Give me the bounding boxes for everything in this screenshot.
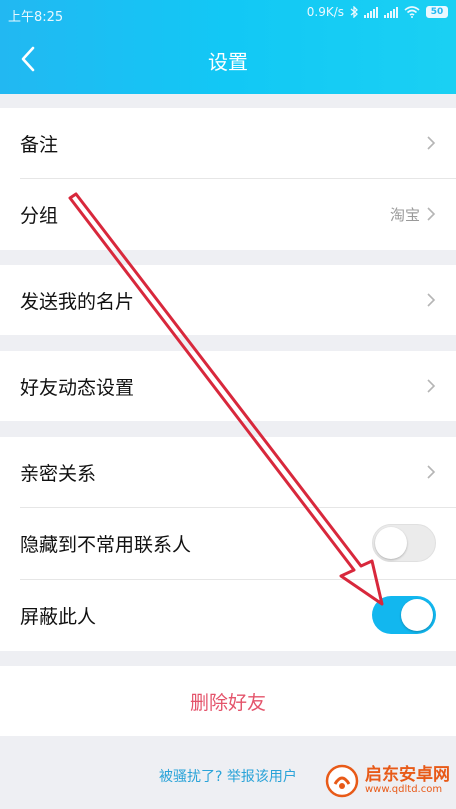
- watermark-title: 启东安卓网: [365, 764, 450, 785]
- block-person-toggle[interactable]: [372, 596, 436, 634]
- hide-contact-toggle[interactable]: [372, 524, 436, 562]
- network-speed: 0.9K/s: [306, 5, 344, 19]
- hide-contact-row: 隐藏到不常用联系人: [0, 508, 456, 578]
- status-bar: 上午8:25 0.9K/s 50: [0, 0, 456, 28]
- wifi-icon: [404, 6, 420, 18]
- group-row[interactable]: 分组 淘宝: [0, 179, 456, 249]
- settings-group-card: 发送我的名片: [0, 265, 456, 335]
- chevron-right-icon: [427, 136, 436, 150]
- watermark: 启东安卓网 www.qdltd.com: [325, 764, 450, 798]
- send-card-label: 发送我的名片: [20, 290, 135, 313]
- hide-contact-label: 隐藏到不常用联系人: [20, 533, 192, 556]
- delete-friend-button[interactable]: 删除好友: [0, 666, 456, 736]
- moments-settings-row[interactable]: 好友动态设置: [0, 351, 456, 421]
- status-time: 上午8:25: [8, 10, 64, 25]
- toggle-knob: [375, 527, 407, 559]
- moments-settings-label: 好友动态设置: [20, 376, 135, 399]
- settings-group-privacy: 亲密关系 隐藏到不常用联系人 屏蔽此人: [0, 437, 456, 651]
- remark-row[interactable]: 备注: [0, 108, 456, 178]
- chevron-right-icon: [427, 379, 436, 393]
- chevron-right-icon: [427, 293, 436, 307]
- watermark-logo-icon: [325, 764, 359, 798]
- remark-label: 备注: [20, 133, 59, 156]
- relationship-label: 亲密关系: [20, 462, 97, 485]
- settings-group-basic: 备注 分组 淘宝: [0, 108, 456, 250]
- send-card-row[interactable]: 发送我的名片: [0, 265, 456, 335]
- chevron-right-icon: [427, 207, 436, 221]
- battery-icon: 50: [426, 6, 448, 18]
- toggle-knob: [401, 599, 433, 631]
- group-label: 分组: [20, 204, 59, 227]
- group-value: 淘宝: [389, 205, 420, 224]
- relationship-row[interactable]: 亲密关系: [0, 437, 456, 507]
- block-person-row: 屏蔽此人: [0, 580, 456, 650]
- status-icons: 0.9K/s 50: [307, 5, 448, 19]
- chevron-right-icon: [427, 465, 436, 479]
- signal-icon: [364, 6, 378, 18]
- bluetooth-icon: [350, 6, 358, 18]
- watermark-url: www.qdltd.com: [365, 783, 443, 795]
- page-title: 设置: [208, 50, 248, 74]
- settings-group-moments: 好友动态设置: [0, 351, 456, 421]
- block-person-label: 屏蔽此人: [20, 605, 97, 628]
- signal-icon: [384, 6, 398, 18]
